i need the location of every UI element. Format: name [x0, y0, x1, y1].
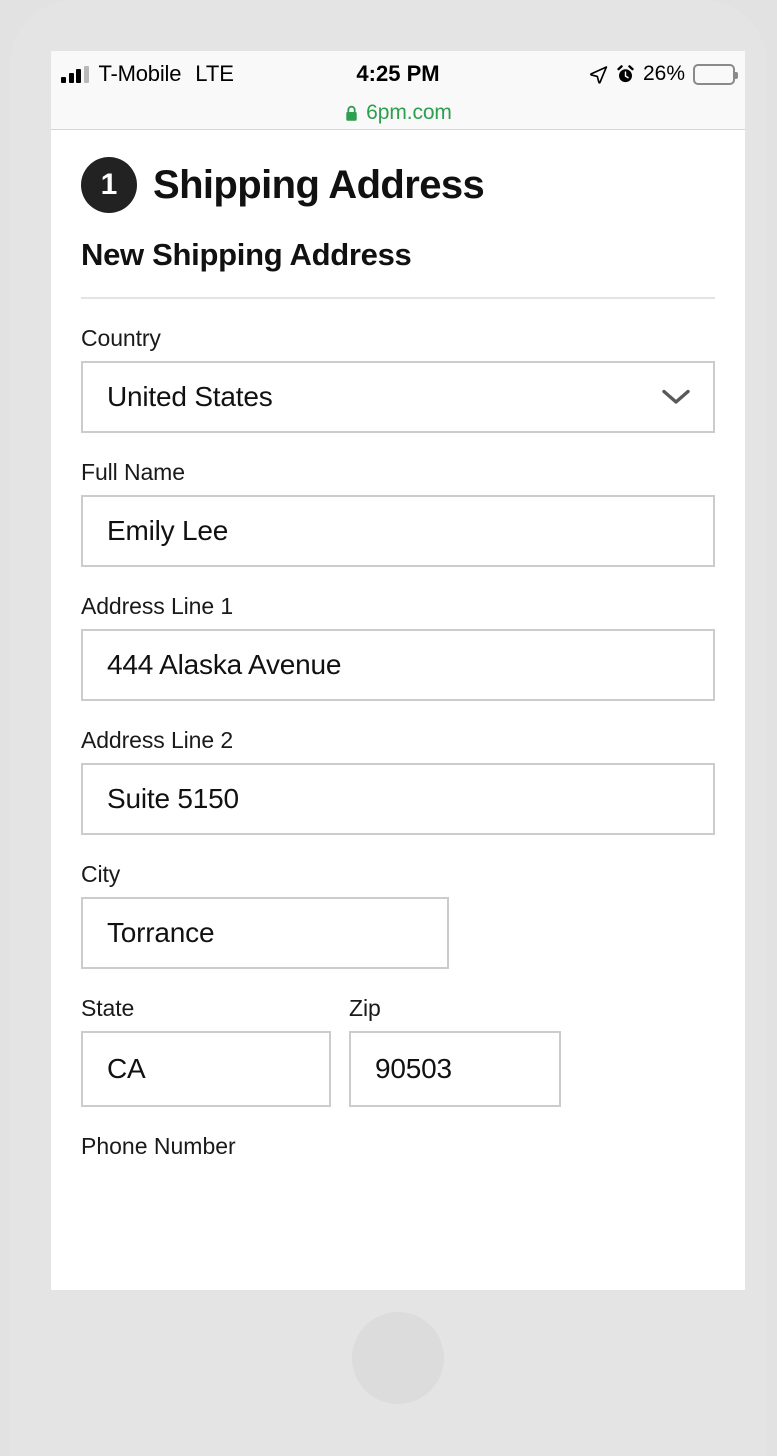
browser-url-bar[interactable]: 6pm.com: [51, 97, 745, 129]
city-label: City: [81, 861, 121, 887]
section-title: New Shipping Address: [81, 237, 412, 272]
status-bar-right: 26%: [589, 62, 738, 86]
state-input[interactable]: CA: [81, 1031, 331, 1107]
city-input[interactable]: Torrance: [81, 897, 449, 969]
field-full-name: Full Name Emily Lee: [81, 459, 715, 567]
full-name-value: Emily Lee: [107, 515, 229, 546]
phone-number-label: Phone Number: [81, 1133, 236, 1159]
state-label: State: [81, 995, 135, 1021]
section-divider: [81, 297, 715, 299]
step-number-badge: 1: [81, 157, 137, 213]
full-name-label: Full Name: [81, 459, 185, 485]
state-value: CA: [107, 1053, 146, 1084]
address-line-1-value: 444 Alaska Avenue: [107, 649, 342, 680]
battery-percent-label: 26%: [642, 62, 685, 85]
status-bar-left: T-Mobile LTE: [61, 61, 234, 87]
browser-chrome: T-Mobile LTE 4:25 PM 26% 6pm.com: [51, 51, 745, 130]
address-line-2-label: Address Line 2: [81, 727, 234, 753]
field-address-line-1: Address Line 1 444 Alaska Avenue: [81, 593, 715, 701]
country-select[interactable]: United States: [81, 361, 715, 433]
field-city: City Torrance: [81, 861, 715, 969]
country-value: United States: [107, 381, 273, 412]
phone-screen: T-Mobile LTE 4:25 PM 26% 6pm.com 1 Shipp…: [51, 51, 745, 1290]
chevron-down-icon: [661, 388, 691, 406]
page-title: Shipping Address: [153, 162, 485, 207]
city-value: Torrance: [107, 917, 215, 948]
field-country: Country United States: [81, 325, 715, 433]
battery-icon: [693, 63, 738, 85]
checkout-step-header: 1 Shipping Address: [81, 130, 715, 213]
address-line-1-label: Address Line 1: [81, 593, 234, 619]
address-line-2-input[interactable]: Suite 5150: [81, 763, 715, 835]
field-state: State CA: [81, 995, 331, 1107]
phone-device-frame: T-Mobile LTE 4:25 PM 26% 6pm.com 1 Shipp…: [10, 0, 767, 1456]
home-button[interactable]: [352, 1312, 444, 1404]
country-label: Country: [81, 325, 161, 351]
address-line-1-input[interactable]: 444 Alaska Avenue: [81, 629, 715, 701]
checkout-page: 1 Shipping Address New Shipping Address …: [51, 130, 745, 1290]
full-name-input[interactable]: Emily Lee: [81, 495, 715, 567]
network-type-label: LTE: [195, 61, 234, 86]
field-zip: Zip 90503: [349, 995, 561, 1107]
zip-value: 90503: [375, 1053, 452, 1084]
address-line-2-value: Suite 5150: [107, 783, 239, 814]
location-arrow-icon: [589, 65, 608, 84]
state-zip-row: State CA Zip 90503: [81, 995, 715, 1107]
url-text: 6pm.com: [366, 101, 452, 124]
alarm-clock-icon: [616, 64, 635, 84]
cellular-signal-icon: [61, 65, 89, 83]
zip-input[interactable]: 90503: [349, 1031, 561, 1107]
zip-label: Zip: [349, 995, 381, 1021]
carrier-label: T-Mobile: [98, 61, 182, 86]
lock-icon: [344, 105, 359, 122]
status-bar: T-Mobile LTE 4:25 PM 26%: [51, 51, 745, 97]
field-address-line-2: Address Line 2 Suite 5150: [81, 727, 715, 835]
